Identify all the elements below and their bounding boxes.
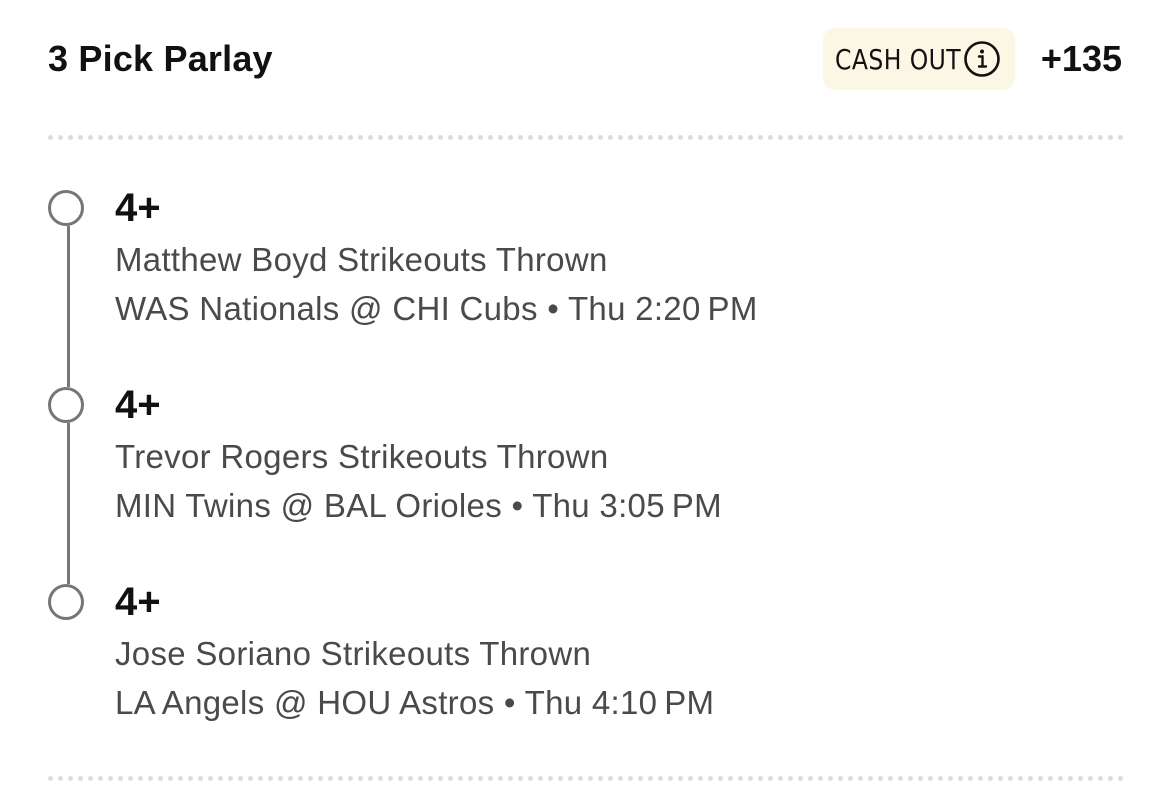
bottom-divider (48, 776, 1124, 781)
parlay-leg[interactable]: 4+ Jose Soriano Strikeouts Thrown LA Ang… (48, 580, 1048, 734)
leg-market: Jose Soriano Strikeouts Thrown (115, 635, 592, 672)
leg-market: Trevor Rogers Strikeouts Thrown (115, 438, 609, 475)
cash-out-button[interactable]: CASH OUT (822, 28, 1015, 90)
timeline-connector (67, 423, 70, 584)
leg-threshold: 4+ (115, 383, 161, 427)
parlay-leg[interactable]: 4+ Matthew Boyd Strikeouts Thrown WAS Na… (48, 186, 1048, 387)
leg-threshold: 4+ (115, 580, 161, 624)
timeline-connector (67, 226, 70, 387)
parlay-odds: +135 (1040, 38, 1122, 79)
leg-game-info: LA Angels @ HOU Astros • Thu 4:10 PM (115, 684, 715, 721)
top-divider (48, 135, 1124, 140)
parlay-leg[interactable]: 4+ Trevor Rogers Strikeouts Thrown MIN T… (48, 383, 1048, 584)
leg-game-info: WAS Nationals @ CHI Cubs • Thu 2:20 PM (115, 290, 758, 327)
header-right: CASH OUT +135 (822, 28, 1122, 90)
info-icon[interactable] (963, 40, 1001, 78)
leg-game-info: MIN Twins @ BAL Orioles • Thu 3:05 PM (115, 487, 722, 524)
info-circle-glyph (964, 41, 1000, 77)
leg-market: Matthew Boyd Strikeouts Thrown (115, 241, 608, 278)
cash-out-label: CASH OUT (834, 42, 961, 76)
parlay-header: 3 Pick Parlay CASH OUT +135 (48, 28, 1122, 90)
leg-status-circle-icon (48, 190, 84, 226)
leg-status-circle-icon (48, 584, 84, 620)
leg-threshold: 4+ (115, 186, 161, 230)
parlay-title: 3 Pick Parlay (48, 38, 273, 79)
leg-status-circle-icon (48, 387, 84, 423)
